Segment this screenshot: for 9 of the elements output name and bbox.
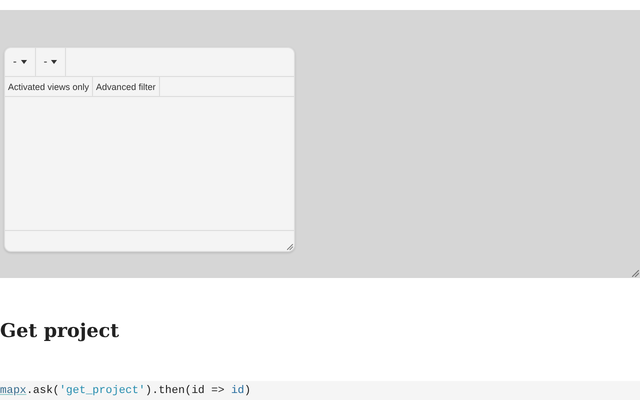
resize-handle-icon[interactable] bbox=[632, 270, 639, 277]
caret-icon bbox=[20, 60, 27, 64]
filter-label[interactable]: Advanced filter bbox=[93, 77, 160, 96]
dropdown-button[interactable]: - bbox=[36, 48, 66, 76]
filter-label[interactable]: Activated views only bbox=[5, 77, 94, 96]
dropdown-button[interactable]: - bbox=[5, 48, 36, 76]
section-heading: Get project bbox=[0, 320, 120, 344]
caret-icon bbox=[51, 60, 58, 64]
resize-handle-icon[interactable] bbox=[287, 244, 293, 250]
